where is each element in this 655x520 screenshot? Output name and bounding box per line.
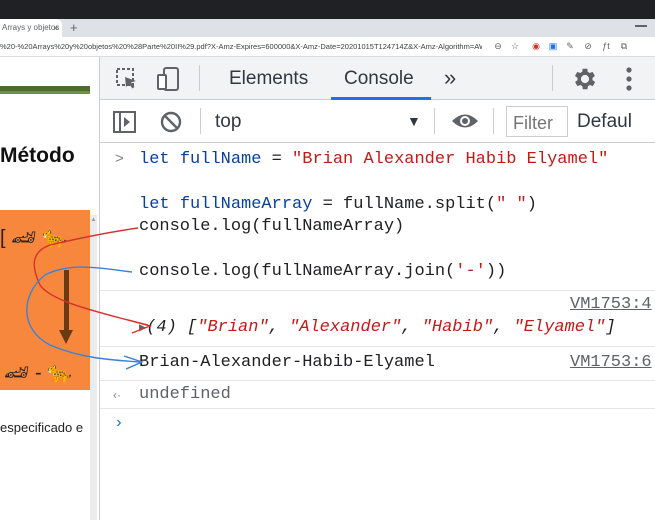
star-icon[interactable]: ☆ [509, 40, 521, 52]
array-emoji-row-top: [ 🏎 🐆 [0, 227, 67, 249]
array-item: "Habib" [421, 318, 494, 337]
source-link[interactable]: VM1753:6 [570, 353, 652, 372]
down-arrow-icon [64, 270, 69, 332]
source-link[interactable]: VM1753:4 [570, 295, 652, 314]
call-expression: console.log(fullNameArray.join( [139, 262, 456, 281]
down-arrow-head-icon [59, 330, 73, 344]
console-sidebar-icon[interactable] [112, 109, 138, 135]
paren: ) [526, 195, 537, 214]
variable: fullNameArray [179, 195, 313, 214]
puzzle-icon[interactable]: ⧉ [618, 40, 630, 52]
device-toolbar-icon[interactable] [156, 66, 182, 92]
toolbar-divider [493, 108, 494, 134]
tab-strip [0, 19, 655, 37]
paren: )) [485, 262, 507, 281]
more-tabs-button[interactable]: » [444, 57, 456, 100]
string-literal: " " [496, 195, 527, 214]
ft-icon[interactable]: ƒt [600, 40, 612, 52]
context-selector[interactable]: top [215, 100, 241, 143]
window-titlebar [0, 0, 655, 19]
array-item: "Elyamel" [513, 318, 606, 337]
result-prompt-icon: ‹· [113, 388, 121, 402]
console-input-caret[interactable]: › [114, 414, 124, 432]
call-expression: fullName.split( [343, 195, 497, 214]
slide-header-bar-light [0, 91, 90, 94]
variable: fullName [179, 150, 262, 169]
page-scrollbar[interactable] [90, 215, 97, 520]
keyword: let [139, 195, 170, 214]
filter-input[interactable] [506, 106, 568, 137]
url-text[interactable]: %20-%20Arrays%20y%20objetos%20%28Parte%2… [0, 37, 482, 56]
array-item: "Alexander" [289, 318, 402, 337]
toolbar-divider [552, 65, 553, 91]
page-title: Método [0, 144, 75, 167]
clear-console-icon[interactable] [158, 109, 184, 135]
bracket: [ [176, 318, 198, 337]
operator: = [261, 150, 293, 169]
operator: = [312, 195, 344, 214]
log-output-text: Brian-Alexander-Habib-Elyamel [139, 353, 435, 372]
row-divider [100, 408, 655, 409]
scroll-up-icon[interactable]: ▲ [90, 217, 97, 223]
array-output[interactable]: ▶(4) ["Brian", "Alexander", "Habib", "El… [139, 318, 616, 337]
row-divider [100, 346, 655, 347]
block-icon[interactable]: ⊘ [582, 40, 594, 52]
live-expression-eye-icon[interactable] [450, 110, 480, 132]
tab-elements[interactable]: Elements [229, 57, 308, 100]
chevron-down-icon[interactable]: ▼ [407, 100, 421, 143]
console-input-line: let fullNameArray = fullName.split(" ") [139, 195, 537, 214]
row-divider [100, 380, 655, 381]
page-body-text: especificado e [0, 420, 84, 435]
array-item: "Brian" [197, 318, 269, 337]
input-prompt-icon: > [115, 150, 124, 167]
pen-icon[interactable]: ✎ [564, 40, 576, 52]
string-literal: '-' [455, 262, 486, 281]
console-input-line: let fullName = "Brian Alexander Habib El… [139, 150, 608, 169]
string-emoji-row-bottom: 🏎 - 🐆 [4, 362, 73, 384]
info-icon[interactable]: ⊖ [492, 40, 504, 52]
row-divider [100, 290, 655, 291]
string-literal: "Brian Alexander Habib Elyamel" [292, 150, 609, 169]
shield-icon[interactable]: ◉ [530, 40, 542, 52]
settings-gear-icon[interactable] [571, 65, 599, 93]
minimize-icon[interactable] [635, 25, 647, 27]
inspect-element-icon[interactable] [115, 67, 139, 91]
bracket: ] [605, 318, 616, 337]
keyword: let [139, 150, 170, 169]
console-input-line: console.log(fullNameArray.join('-')) [139, 262, 506, 281]
tab-close-icon[interactable]: × [53, 19, 58, 37]
log-levels-dropdown[interactable]: Defaul [577, 100, 632, 143]
kebab-menu-icon[interactable] [622, 66, 636, 92]
toolbar-divider [200, 108, 201, 134]
array-count: (4) [146, 318, 177, 337]
console-input-line: console.log(fullNameArray) [139, 217, 405, 236]
new-badge-icon[interactable]: ▣ [547, 40, 559, 52]
toolbar-divider [199, 65, 200, 91]
toolbar-divider [434, 108, 435, 134]
result-value: undefined [139, 385, 231, 404]
tab-console[interactable]: Console [344, 57, 414, 100]
new-tab-button[interactable]: + [70, 19, 78, 37]
